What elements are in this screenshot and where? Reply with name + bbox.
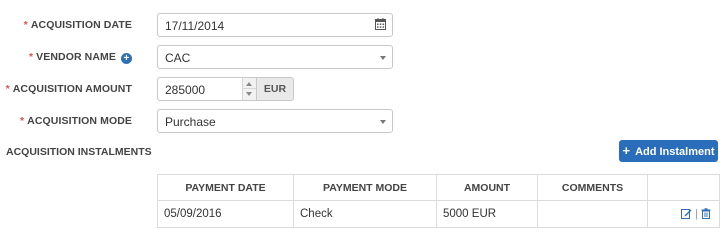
action-separator: | xyxy=(695,208,698,220)
required-mark: * xyxy=(23,19,28,31)
table-row: 05/09/2016 Check 5000 EUR | xyxy=(157,200,720,228)
trash-icon[interactable] xyxy=(701,208,711,219)
spinner-down-icon[interactable] xyxy=(246,92,252,96)
acquisition-mode-value: Purchase xyxy=(165,115,216,129)
table-header-row: PAYMENT DATE PAYMENT MODE AMOUNT COMMENT… xyxy=(157,174,720,201)
acquisition-amount-label: * ACQUISITION AMOUNT xyxy=(5,83,132,95)
acquisition-amount-value: 285000 xyxy=(165,83,206,97)
dropdown-caret-icon xyxy=(380,56,386,60)
acquisition-mode-select[interactable]: Purchase xyxy=(157,109,393,133)
spinner-divider xyxy=(243,88,256,89)
spinner-up-icon[interactable] xyxy=(246,82,252,86)
instalments-table: PAYMENT DATE PAYMENT MODE AMOUNT COMMENT… xyxy=(157,174,720,228)
edit-icon[interactable] xyxy=(681,208,692,219)
col-amount: AMOUNT xyxy=(436,174,538,201)
currency-addon: EUR xyxy=(256,77,294,101)
cell-payment-date: 05/09/2016 xyxy=(157,200,294,228)
add-instalment-button[interactable]: + Add Instalment xyxy=(619,140,718,162)
col-payment-mode: PAYMENT MODE xyxy=(293,174,437,201)
col-comments: COMMENTS xyxy=(537,174,648,201)
acquisition-date-field[interactable]: 17/11/2014 xyxy=(157,13,393,37)
dropdown-caret-icon xyxy=(380,120,386,124)
cell-amount: 5000 EUR xyxy=(436,200,538,228)
acquisition-date-value: 17/11/2014 xyxy=(165,19,225,33)
cell-actions: | xyxy=(647,200,720,228)
vendor-name-value: CAC xyxy=(165,51,191,65)
plus-icon: + xyxy=(622,143,631,158)
amount-spinner[interactable] xyxy=(242,78,256,100)
col-actions xyxy=(647,174,720,201)
add-instalment-label: Add Instalment xyxy=(635,146,715,158)
acquisition-amount-input[interactable]: 285000 xyxy=(157,77,257,101)
calendar-icon[interactable] xyxy=(375,18,386,30)
required-mark: * xyxy=(28,51,34,63)
instalments-section-title: ACQUISITION INSTALMENTS xyxy=(6,146,152,158)
acquisition-date-label: * ACQUISITION DATE xyxy=(23,19,132,31)
info-plus-icon[interactable]: + xyxy=(121,53,132,64)
cell-comments xyxy=(537,200,648,228)
vendor-name-label: * VENDOR NAME + xyxy=(29,51,132,64)
acquisition-mode-label: * ACQUISITION MODE xyxy=(19,115,132,127)
cell-payment-mode: Check xyxy=(293,200,437,228)
required-mark: * xyxy=(19,115,25,127)
col-payment-date: PAYMENT DATE xyxy=(157,174,294,201)
vendor-name-select[interactable]: CAC xyxy=(157,45,393,69)
required-mark: * xyxy=(5,83,10,95)
